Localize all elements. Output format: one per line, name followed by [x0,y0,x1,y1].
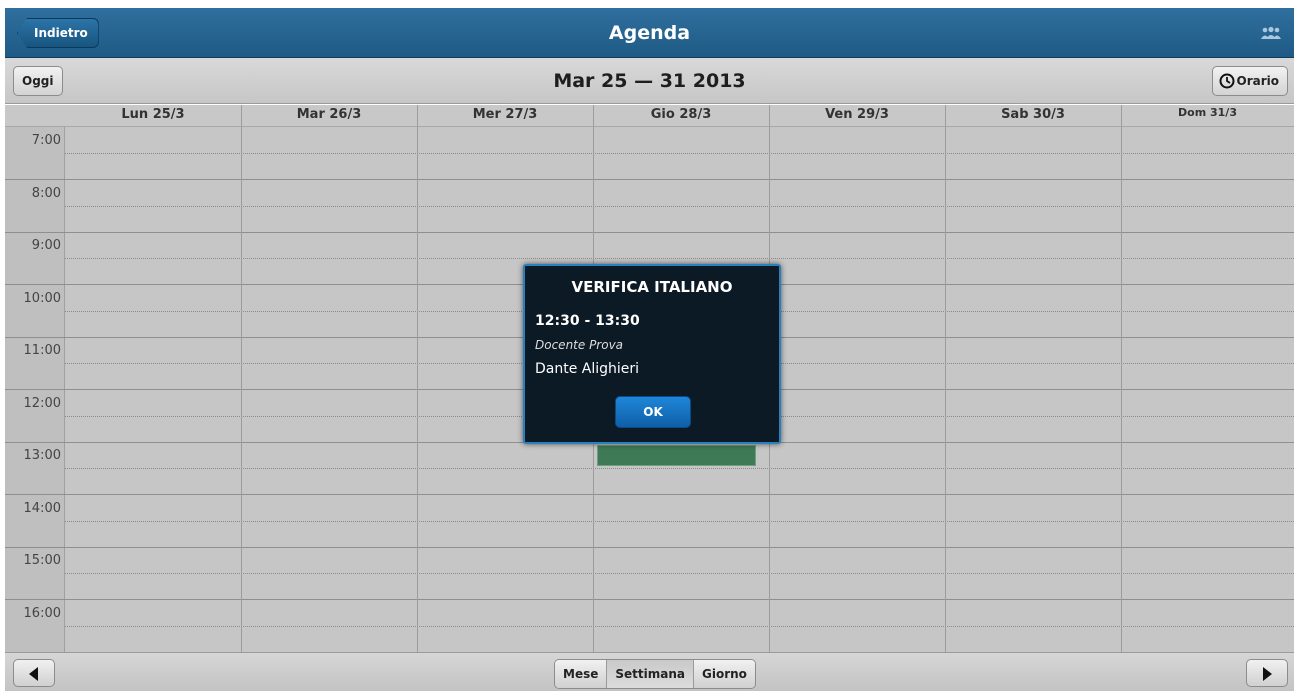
hour-line [5,494,1294,495]
half-hour-line [65,521,1294,522]
clock-icon [1219,73,1234,89]
title-bar: Indietro Agenda [5,8,1294,58]
date-range-title: Mar 25 — 31 2013 [553,70,746,92]
app-title: Agenda [608,22,691,44]
half-hour-line [65,258,1294,259]
day-header-mon: Lun 25/3 [121,107,185,122]
event-teacher: Docente Prova [535,338,624,352]
day-column-divider [1121,105,1122,652]
day-header-thu: Gio 28/3 [650,107,712,122]
day-header-sun: Dom 31/3 [1178,106,1237,119]
arrow-left-icon [29,667,38,681]
time-label: 7:00 [31,133,61,148]
half-hour-line [65,468,1294,469]
calendar-event[interactable] [597,445,756,466]
time-label: 12:00 [23,396,61,411]
schedule-button[interactable]: Orario [1211,66,1288,96]
view-month-button[interactable]: Mese [555,660,608,688]
event-dialog: VERIFICA ITALIANO 12:30 - 13:30 Docente … [523,264,781,444]
footer-toolbar: Mese Settimana Giorno [5,652,1294,691]
day-header-tue: Mar 26/3 [296,107,362,122]
day-column-divider [945,105,946,652]
event-time: 12:30 - 13:30 [535,313,640,329]
half-hour-line [65,153,1294,154]
day-header-sat: Sab 30/3 [1001,107,1065,122]
day-column-divider [417,105,418,652]
hour-line [5,232,1294,233]
half-hour-line [65,206,1294,207]
schedule-label: Orario [1236,74,1280,88]
half-hour-line [65,573,1294,574]
event-title: VERIFICA ITALIANO [571,278,733,296]
event-name: Dante Alighieri [535,361,640,377]
time-label: 16:00 [23,606,61,621]
view-switcher: Mese Settimana Giorno [554,659,756,689]
time-label: 14:00 [23,501,61,516]
toolbar: Oggi Mar 25 — 31 2013 Orario [5,58,1294,104]
view-week-button[interactable]: Settimana [607,660,694,688]
time-label: 13:00 [23,448,61,463]
day-header-wed: Mer 27/3 [472,107,538,122]
half-hour-line [65,626,1294,627]
time-label: 10:00 [23,291,61,306]
arrow-right-icon [1263,667,1272,681]
time-label: 9:00 [31,238,61,253]
hour-line [5,179,1294,180]
day-header-fri: Ven 29/3 [825,107,889,122]
time-label: 8:00 [31,186,61,201]
day-column-divider [241,105,242,652]
previous-week-button[interactable] [13,659,55,687]
next-week-button[interactable] [1246,659,1288,687]
view-day-button[interactable]: Giorno [693,660,755,688]
users-icon[interactable] [1260,26,1282,40]
ok-button[interactable]: OK [615,396,691,428]
day-header-row: Lun 25/3 Mar 26/3 Mer 27/3 Gio 28/3 Ven … [5,105,1294,127]
time-label: 11:00 [23,343,61,358]
time-label: 15:00 [23,553,61,568]
hour-line [5,547,1294,548]
hour-line [5,599,1294,600]
